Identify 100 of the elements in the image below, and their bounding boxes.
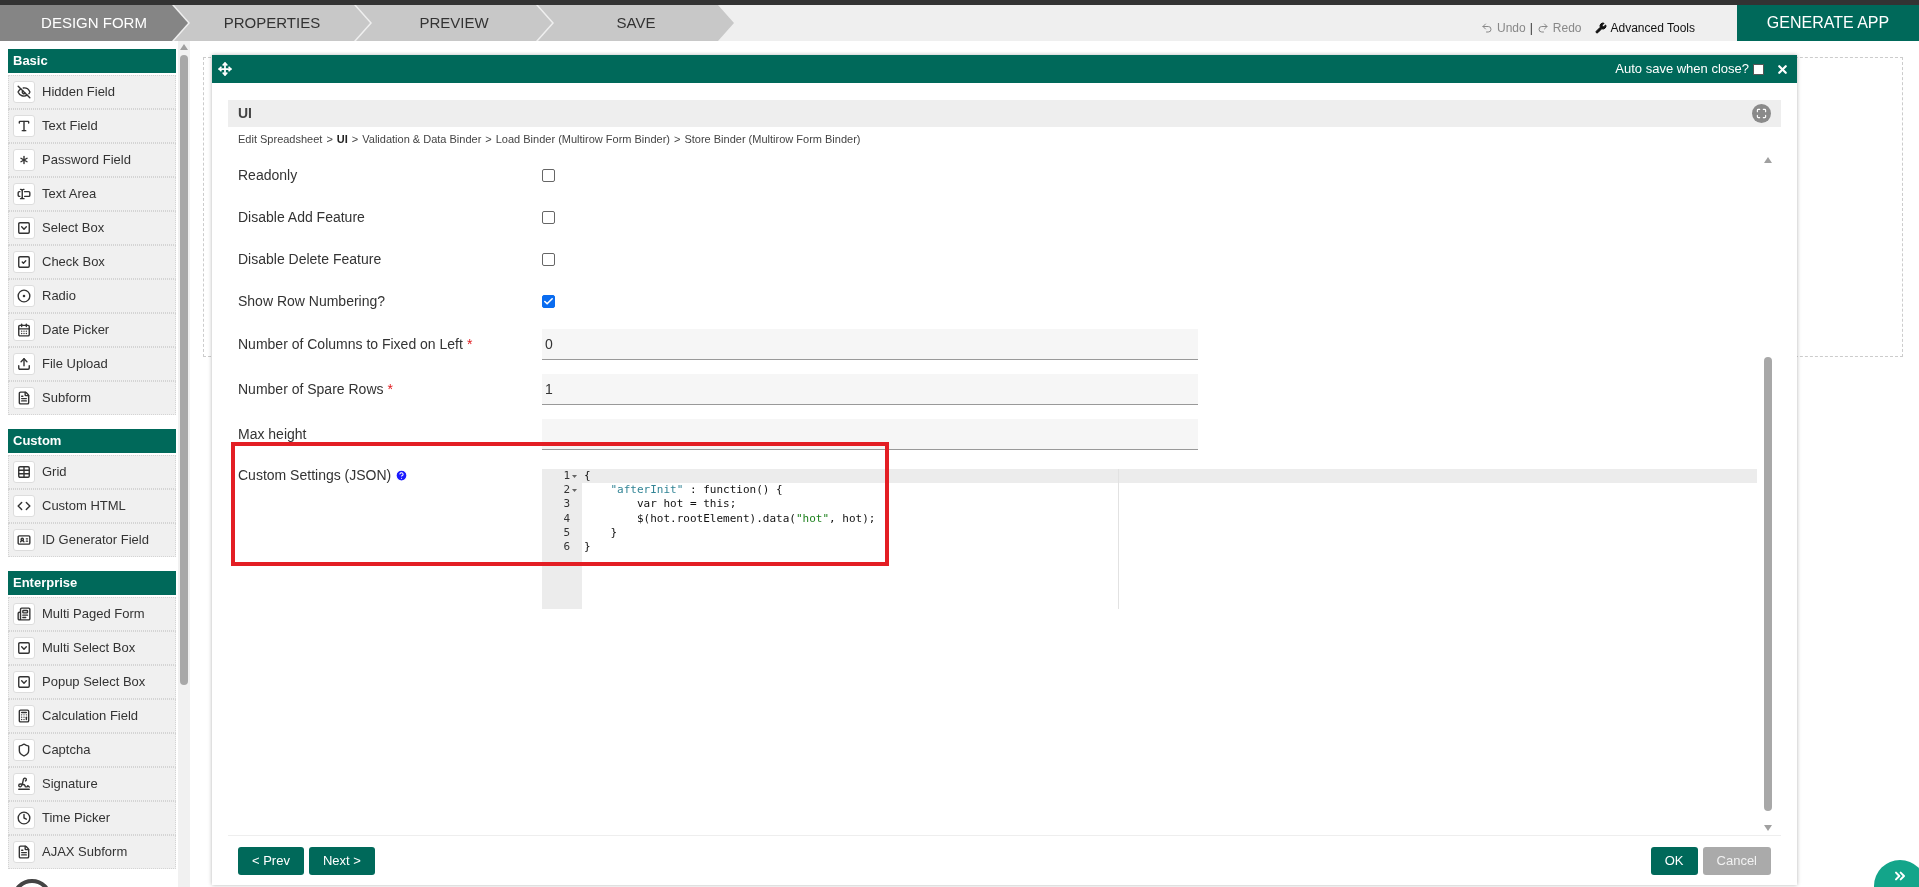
section-header: Enterprise — [8, 571, 176, 595]
palette-item[interactable]: Check Box — [8, 245, 176, 279]
auto-save-label: Auto save when close? — [1615, 60, 1749, 79]
dropdown-icon — [17, 221, 31, 235]
asterisk-icon — [17, 153, 31, 167]
document-icon — [17, 845, 31, 859]
palette-item[interactable]: Text Field — [8, 109, 176, 143]
palette-item[interactable]: Radio — [8, 279, 176, 313]
code-line: var hot = this; — [635, 497, 738, 512]
palette-item[interactable]: Select Box — [8, 211, 176, 245]
advanced-tools-link[interactable]: Advanced Tools — [1610, 19, 1695, 37]
dropdown-icon — [17, 641, 31, 655]
checkbox-icon — [17, 255, 31, 269]
section-header: Basic — [8, 49, 176, 73]
breadcrumb-link[interactable]: Edit Spreadsheet — [238, 130, 323, 148]
scroll-down-icon[interactable] — [1764, 825, 1772, 831]
dropdown-icon — [17, 675, 31, 689]
step-tab[interactable]: PREVIEW — [356, 5, 552, 41]
code-editor[interactable]: 1 2 3 4 5 6 { "afterInit" : function() { var hot = this; $(hot.rootElement).data("hot", hot); } } — [542, 469, 1757, 609]
palette-item[interactable]: Captcha — [8, 733, 176, 767]
palette-item[interactable]: Password Field — [8, 143, 176, 177]
breadcrumb-separator: > — [326, 131, 333, 147]
nav-button[interactable]: < Prev — [238, 846, 304, 875]
field-label: Show Row Numbering? — [238, 291, 387, 311]
line-number: 4 — [563, 511, 570, 526]
step-tab[interactable]: PROPERTIES — [174, 5, 370, 41]
palette-item[interactable]: ID Generator Field — [8, 523, 176, 557]
signature-icon — [17, 777, 31, 791]
generate-app-button[interactable]: GENERATE APP — [1737, 5, 1919, 41]
close-icon[interactable] — [1776, 62, 1789, 76]
palette-item[interactable]: File Upload — [8, 347, 176, 381]
id-card-icon — [17, 533, 31, 547]
required-marker: * — [466, 335, 473, 354]
wrench-icon[interactable] — [1595, 22, 1608, 34]
calendar-icon — [17, 323, 31, 337]
eye-off-icon — [17, 85, 31, 99]
section-title: UI — [238, 104, 252, 123]
code-line: $(hot.rootElement).data("hot", hot); — [635, 511, 877, 526]
clock-icon — [17, 811, 31, 825]
breadcrumb-link[interactable]: Validation & Data Binder — [362, 130, 482, 148]
scroll-up-icon[interactable] — [1764, 157, 1772, 163]
pages-icon — [17, 607, 31, 621]
palette-item[interactable]: Time Picker — [8, 801, 176, 835]
code-line: "afterInit" : function() { — [609, 483, 784, 498]
palette-item[interactable]: Signature — [8, 767, 176, 801]
dialog-header[interactable]: Auto save when close? — [212, 55, 1797, 83]
palette-item[interactable]: AJAX Subform — [8, 835, 176, 869]
palette-item[interactable]: Custom HTML — [8, 489, 176, 523]
palette-item[interactable]: Multi Select Box — [8, 631, 176, 665]
input-field[interactable] — [542, 419, 1198, 450]
input-field[interactable]: 0 — [542, 329, 1198, 360]
fullscreen-icon — [1756, 108, 1767, 119]
document-icon — [17, 391, 31, 405]
field-label: Disable Add Feature — [238, 207, 366, 227]
palette-item[interactable]: Date Picker — [8, 313, 176, 347]
auto-save-checkbox[interactable] — [1753, 63, 1764, 75]
section-header: Custom — [8, 429, 176, 453]
scrollbar[interactable] — [178, 41, 190, 887]
palette-item[interactable]: Calculation Field — [8, 699, 176, 733]
step-tab[interactable]: SAVE — [538, 5, 734, 41]
palette-item[interactable]: Hidden Field — [8, 75, 176, 109]
line-number: 5 — [563, 525, 570, 540]
line-number: 3 — [563, 497, 570, 512]
palette-item[interactable]: Subform — [8, 381, 176, 415]
calculator-icon — [17, 709, 31, 723]
redo-icon[interactable] — [1536, 22, 1549, 34]
breadcrumb-link[interactable]: UI — [336, 130, 348, 148]
field-label: Max height — [238, 425, 308, 444]
checkbox[interactable] — [542, 168, 555, 182]
line-number: 1 — [563, 469, 570, 484]
field-label: Readonly — [238, 165, 299, 185]
dialog-button[interactable]: OK — [1650, 846, 1698, 875]
breadcrumb-link[interactable]: Load Binder (Multirow Form Binder) — [495, 130, 670, 148]
palette-item[interactable]: Text Area — [8, 177, 176, 211]
checkbox[interactable] — [542, 252, 555, 266]
checkbox[interactable] — [542, 294, 555, 308]
text-area-icon — [17, 187, 31, 201]
step-tab[interactable]: DESIGN FORM — [0, 5, 188, 41]
fullscreen-button[interactable] — [1752, 104, 1771, 123]
field-label: Number of Spare Rows * — [238, 379, 542, 400]
breadcrumb-link[interactable]: Store Binder (Multirow Form Binder) — [684, 130, 861, 148]
input-field[interactable]: 1 — [542, 374, 1198, 405]
undo-icon[interactable] — [1481, 22, 1493, 34]
grid-icon — [17, 465, 31, 479]
palette-item[interactable]: Popup Select Box — [8, 665, 176, 699]
code-line: } — [583, 539, 592, 555]
fold-caret-icon[interactable] — [571, 488, 577, 492]
help-icon[interactable] — [395, 469, 409, 482]
field-label: Number of Columns to Fixed on Left * — [238, 334, 542, 355]
move-icon[interactable] — [218, 62, 232, 76]
shield-icon — [17, 743, 31, 757]
palette-item[interactable]: Multi Paged Form — [8, 597, 176, 631]
code-icon — [17, 499, 31, 513]
fold-caret-icon[interactable] — [571, 474, 577, 478]
text-icon — [17, 119, 31, 133]
palette-item[interactable]: Grid — [8, 455, 176, 489]
radio-icon — [17, 289, 31, 303]
breadcrumb-separator: > — [674, 131, 681, 147]
nav-button[interactable]: Next > — [308, 846, 375, 875]
checkbox[interactable] — [542, 210, 555, 224]
